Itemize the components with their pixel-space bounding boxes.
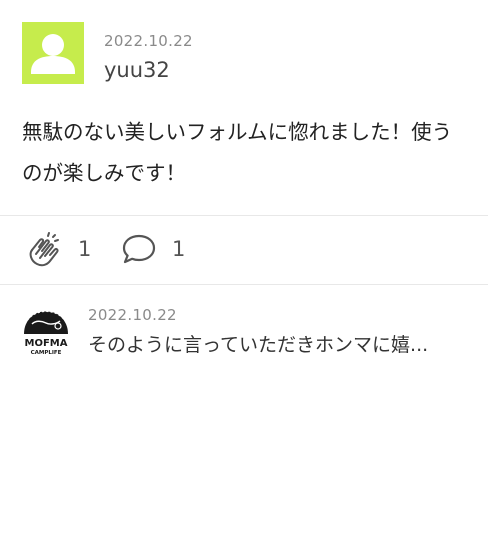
reply-date: 2022.10.22 — [88, 306, 177, 324]
post-body: 無駄のない美しいフォルムに惚れました！使うのが楽しみです！ — [22, 120, 453, 185]
clap-button[interactable]: 1 — [26, 226, 91, 272]
clap-hands-icon — [29, 232, 59, 267]
post-date: 2022.10.22 — [104, 32, 193, 50]
logo-text-mofma: MOFMA — [25, 338, 68, 349]
user-silhouette-icon — [31, 34, 75, 74]
post-header: 2022.10.22 yuu32 — [22, 22, 466, 86]
logo-text-camplife: CAMPLIFE — [31, 350, 62, 356]
comment-button[interactable]: 1 — [120, 226, 185, 272]
reply-avatar[interactable]: MOFMA CAMPLIFE — [22, 304, 70, 356]
avatar[interactable] — [22, 22, 84, 84]
reply-text[interactable]: そのように言っていただきホンマに嬉... — [88, 330, 466, 357]
clap-count: 1 — [78, 237, 92, 261]
divider — [0, 284, 488, 285]
post-username[interactable]: yuu32 — [104, 58, 170, 82]
divider — [0, 215, 488, 216]
mofma-logo: MOFMA CAMPLIFE — [24, 311, 68, 356]
speech-bubble-icon — [122, 234, 156, 264]
reply-item[interactable]: MOFMA CAMPLIFE 2022.10.22 そのように言っていただきホン… — [22, 300, 466, 360]
comment-count: 1 — [172, 237, 186, 261]
